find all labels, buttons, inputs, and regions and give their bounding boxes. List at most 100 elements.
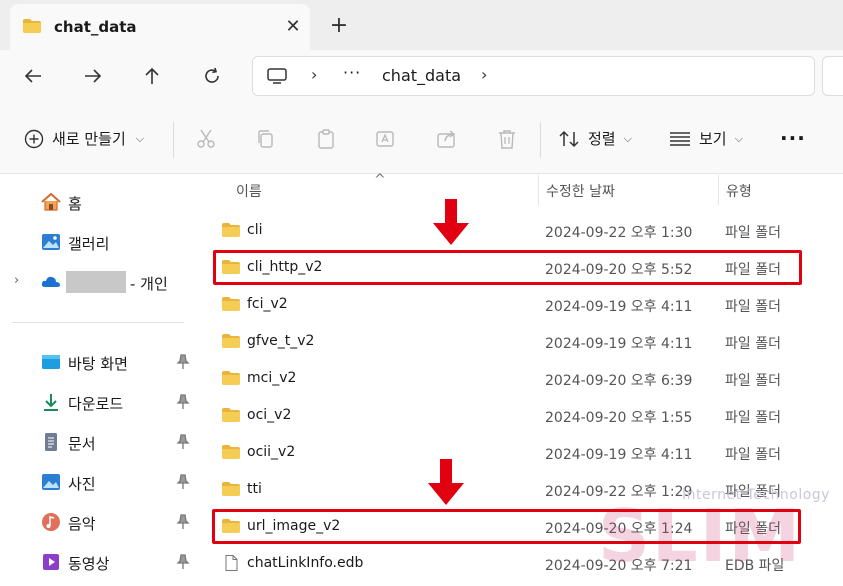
cloud-icon: [41, 276, 60, 287]
highlight-box: [212, 509, 801, 544]
file-icon: [225, 555, 238, 571]
music-icon: [42, 513, 60, 531]
view-button[interactable]: 보기 ⌵: [669, 128, 743, 149]
column-divider[interactable]: [538, 175, 539, 205]
folder-icon: [222, 223, 240, 237]
rename-icon[interactable]: [375, 128, 397, 150]
address-row: › ··· chat_data ›: [0, 50, 843, 106]
pin-icon[interactable]: [176, 514, 190, 530]
folder-icon: [222, 445, 240, 459]
file-modified: 2024-09-20 오후 6:39: [545, 373, 693, 389]
new-button-label: 새로 만들기: [52, 130, 126, 148]
chevron-down-icon: ⌵: [135, 131, 145, 145]
pin-icon[interactable]: [176, 354, 190, 370]
document-icon: [45, 433, 57, 451]
sidebar-item-documents[interactable]: 문서: [0, 425, 198, 459]
toolbar-divider: [173, 122, 174, 158]
sidebar-item-downloads[interactable]: 다운로드: [0, 385, 198, 419]
folder-icon: [222, 482, 240, 496]
cut-icon[interactable]: [195, 128, 217, 150]
picture-icon: [42, 474, 60, 490]
list-item[interactable]: cli 2024-09-22 오후 1:30 파일 폴더: [199, 212, 843, 249]
address-bar[interactable]: › ··· chat_data ›: [252, 56, 815, 96]
file-name: tti: [247, 481, 262, 497]
file-name: mci_v2: [247, 370, 297, 386]
sort-ascending-icon: ^: [374, 172, 386, 188]
list-item[interactable]: gfve_t_v2 2024-09-19 오후 4:11 파일 폴더: [199, 323, 843, 360]
desktop-icon: [42, 355, 60, 369]
copy-icon[interactable]: [255, 128, 277, 150]
folder-icon: [222, 297, 240, 311]
tab-chat-data[interactable]: chat_data ✕: [10, 4, 310, 50]
column-header-name[interactable]: 이름: [236, 181, 262, 201]
close-tab-button[interactable]: ✕: [280, 13, 306, 39]
folder-icon: [222, 334, 240, 348]
file-type: 파일 폴더: [725, 336, 781, 352]
sidebar-label: 사진: [68, 475, 96, 493]
chevron-down-icon: ⌵: [623, 131, 632, 145]
chevron-down-icon: ⌵: [734, 131, 743, 145]
up-button[interactable]: [134, 58, 170, 94]
file-modified: 2024-09-20 오후 1:55: [545, 410, 693, 426]
toolbar-divider: [540, 122, 541, 158]
share-icon[interactable]: [436, 128, 458, 150]
file-name: gfve_t_v2: [247, 333, 315, 349]
new-tab-button[interactable]: +: [324, 10, 354, 40]
breadcrumb-current[interactable]: chat_data: [382, 66, 461, 85]
file-type: 파일 폴더: [725, 410, 781, 426]
column-header-type[interactable]: 유형: [726, 181, 752, 201]
arrow-right-icon: [85, 69, 102, 83]
gallery-icon: [42, 234, 60, 250]
file-type: 파일 폴더: [725, 225, 781, 241]
sidebar-item-gallery[interactable]: 갤러리: [0, 225, 198, 259]
sidebar-label: 문서: [68, 435, 96, 453]
list-view-icon: [670, 131, 690, 146]
list-item[interactable]: mci_v2 2024-09-20 오후 6:39 파일 폴더: [199, 360, 843, 397]
sidebar-item-onedrive[interactable]: › - 개인: [0, 265, 198, 299]
pin-icon[interactable]: [176, 554, 190, 570]
annotation-arrow-down-icon: [433, 199, 469, 245]
back-button[interactable]: [15, 58, 51, 94]
list-item[interactable]: ocii_v2 2024-09-19 오후 4:11 파일 폴더: [199, 434, 843, 471]
new-button[interactable]: 새로 만들기 ⌵: [24, 128, 144, 149]
column-divider[interactable]: [718, 175, 719, 205]
breadcrumb-overflow-button[interactable]: ···: [343, 63, 361, 82]
pin-icon[interactable]: [176, 474, 190, 490]
refresh-button[interactable]: [194, 58, 230, 94]
sort-button[interactable]: 정렬 ⌵: [558, 128, 632, 149]
download-icon: [44, 394, 58, 411]
search-box[interactable]: [822, 56, 843, 96]
pin-icon[interactable]: [176, 394, 190, 410]
column-header-modified[interactable]: 수정한 날짜: [546, 181, 615, 201]
file-modified: 2024-09-19 오후 4:11: [545, 447, 693, 463]
chevron-right-icon[interactable]: ›: [14, 273, 19, 288]
folder-icon: [23, 19, 41, 33]
sidebar-divider: [12, 322, 184, 323]
file-name: chatLinkInfo.edb: [247, 555, 364, 571]
file-name: ocii_v2: [247, 444, 296, 460]
plus-circle-icon: [24, 129, 44, 148]
sort-label: 정렬: [588, 130, 616, 148]
pin-icon[interactable]: [176, 434, 190, 450]
sidebar-item-videos[interactable]: 동영상: [0, 545, 198, 579]
sidebar-label: 바탕 화면: [68, 355, 128, 373]
sidebar-item-desktop[interactable]: 바탕 화면: [0, 345, 198, 379]
forward-button[interactable]: [75, 58, 111, 94]
command-bar: 새로 만들기 ⌵ 정렬 ⌵ 보기 ⌵ ···: [0, 106, 843, 174]
delete-icon[interactable]: [496, 128, 518, 150]
breadcrumb-separator[interactable]: ›: [481, 65, 487, 84]
more-options-button[interactable]: ···: [780, 126, 806, 150]
breadcrumb-separator[interactable]: ›: [311, 65, 317, 84]
list-item[interactable]: oci_v2 2024-09-20 오후 1:55 파일 폴더: [199, 397, 843, 434]
file-name: fci_v2: [247, 296, 288, 312]
tab-title: chat_data: [54, 18, 137, 36]
sidebar-label: 홈: [68, 195, 82, 213]
paste-icon[interactable]: [315, 128, 337, 150]
tab-bar: chat_data ✕ +: [0, 0, 843, 50]
file-type: 파일 폴더: [725, 447, 781, 463]
sidebar-item-pictures[interactable]: 사진: [0, 465, 198, 499]
file-modified: 2024-09-19 오후 4:11: [545, 299, 693, 315]
sidebar-item-music[interactable]: 음악: [0, 505, 198, 539]
list-item[interactable]: fci_v2 2024-09-19 오후 4:11 파일 폴더: [199, 286, 843, 323]
sidebar-item-home[interactable]: 홈: [0, 185, 198, 219]
